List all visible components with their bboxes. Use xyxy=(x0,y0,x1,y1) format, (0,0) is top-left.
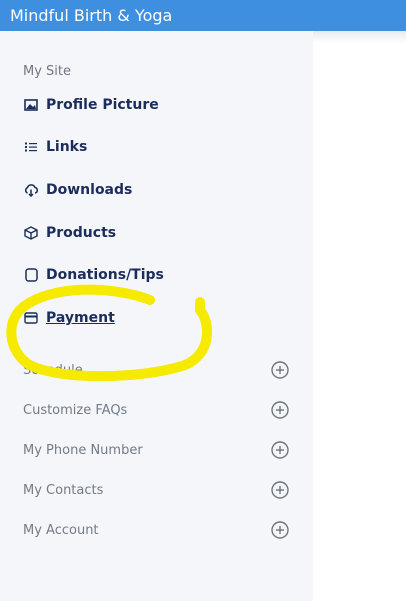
sidebar-item-profile-picture[interactable]: Profile Picture xyxy=(24,93,159,117)
expand-plus-icon[interactable] xyxy=(271,441,289,459)
sidebar-item-label: Downloads xyxy=(46,182,133,198)
list-icon xyxy=(24,140,38,154)
sidebar-item-label: Payment xyxy=(46,310,115,326)
collapsible-label: Schedule xyxy=(23,362,83,378)
collapsible-label: My Phone Number xyxy=(23,442,143,458)
sidebar-item-payment[interactable]: Payment xyxy=(24,306,115,330)
collapsible-label: My Contacts xyxy=(23,482,104,498)
collapsible-my-phone-number[interactable]: My Phone Number xyxy=(23,438,289,462)
collapsible-my-contacts[interactable]: My Contacts xyxy=(23,478,289,502)
collapsible-label: My Account xyxy=(23,522,99,538)
sidebar-item-label: Products xyxy=(46,225,117,241)
collapsible-label: Customize FAQs xyxy=(23,402,128,418)
main-top-shadow xyxy=(313,31,406,43)
expand-plus-icon[interactable] xyxy=(271,361,289,379)
box-icon xyxy=(24,226,38,240)
sidebar-item-donations-tips[interactable]: Donations/Tips xyxy=(24,263,164,287)
site-title: Mindful Birth & Yoga xyxy=(10,6,173,25)
collapsible-customize-faqs[interactable]: Customize FAQs xyxy=(23,398,289,422)
sidebar-item-products[interactable]: Products xyxy=(24,221,116,245)
sidebar-item-label: Donations/Tips xyxy=(46,267,164,283)
main-content-area xyxy=(313,31,406,601)
expand-plus-icon[interactable] xyxy=(271,401,289,419)
sidebar-item-downloads[interactable]: Downloads xyxy=(24,178,132,202)
section-label-my-site: My Site xyxy=(23,64,72,79)
image-icon xyxy=(24,98,38,112)
square-icon xyxy=(24,268,38,282)
credit-card-icon xyxy=(24,311,38,325)
sidebar-item-label: Links xyxy=(46,139,88,155)
cloud-download-icon xyxy=(24,183,38,197)
collapsible-schedule[interactable]: Schedule xyxy=(23,358,289,382)
top-header-bar: Mindful Birth & Yoga xyxy=(0,0,406,31)
collapsible-my-account[interactable]: My Account xyxy=(23,518,289,542)
expand-plus-icon[interactable] xyxy=(271,481,289,499)
sidebar-item-links[interactable]: Links xyxy=(24,135,87,159)
expand-plus-icon[interactable] xyxy=(271,521,289,539)
sidebar-item-label: Profile Picture xyxy=(46,97,159,113)
